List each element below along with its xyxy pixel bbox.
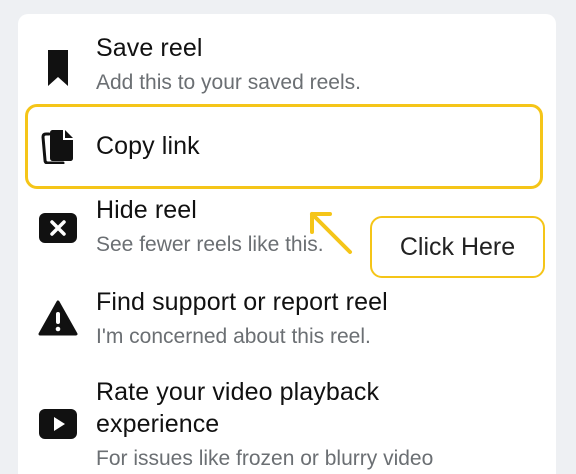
pointer-arrow-icon	[310, 212, 352, 254]
menu-item-title: Find support or report reel	[96, 288, 388, 316]
menu-item-subtitle: See fewer reels like this.	[96, 233, 324, 256]
menu-item-title: Hide reel	[96, 196, 197, 224]
bookmark-icon	[38, 48, 78, 88]
menu-item-rate-playback[interactable]: Rate your video playback experience For …	[18, 374, 556, 474]
page: Save reel Add this to your saved reels. …	[0, 0, 576, 474]
menu-item-title: Copy link	[96, 132, 200, 160]
menu-item-subtitle: For issues like frozen or blurry video	[96, 447, 434, 470]
menu-item-subtitle: Add this to your saved reels.	[96, 71, 361, 94]
menu-item-title-line2: experience	[96, 410, 220, 438]
menu-item-title: Save reel	[96, 34, 203, 62]
menu-item-copy-link[interactable]: Copy link	[18, 112, 556, 188]
menu-item-report-reel[interactable]: Find support or report reel I'm concerne…	[18, 284, 556, 364]
menu-item-subtitle: I'm concerned about this reel.	[96, 325, 371, 348]
close-box-icon	[38, 208, 78, 248]
menu-item-save-reel[interactable]: Save reel Add this to your saved reels.	[18, 30, 556, 110]
menu-item-title-line1: Rate your video playback	[96, 378, 380, 406]
play-icon	[38, 404, 78, 444]
copy-icon	[38, 126, 78, 166]
click-here-callout: Click Here	[370, 216, 545, 278]
warning-icon	[38, 298, 78, 338]
